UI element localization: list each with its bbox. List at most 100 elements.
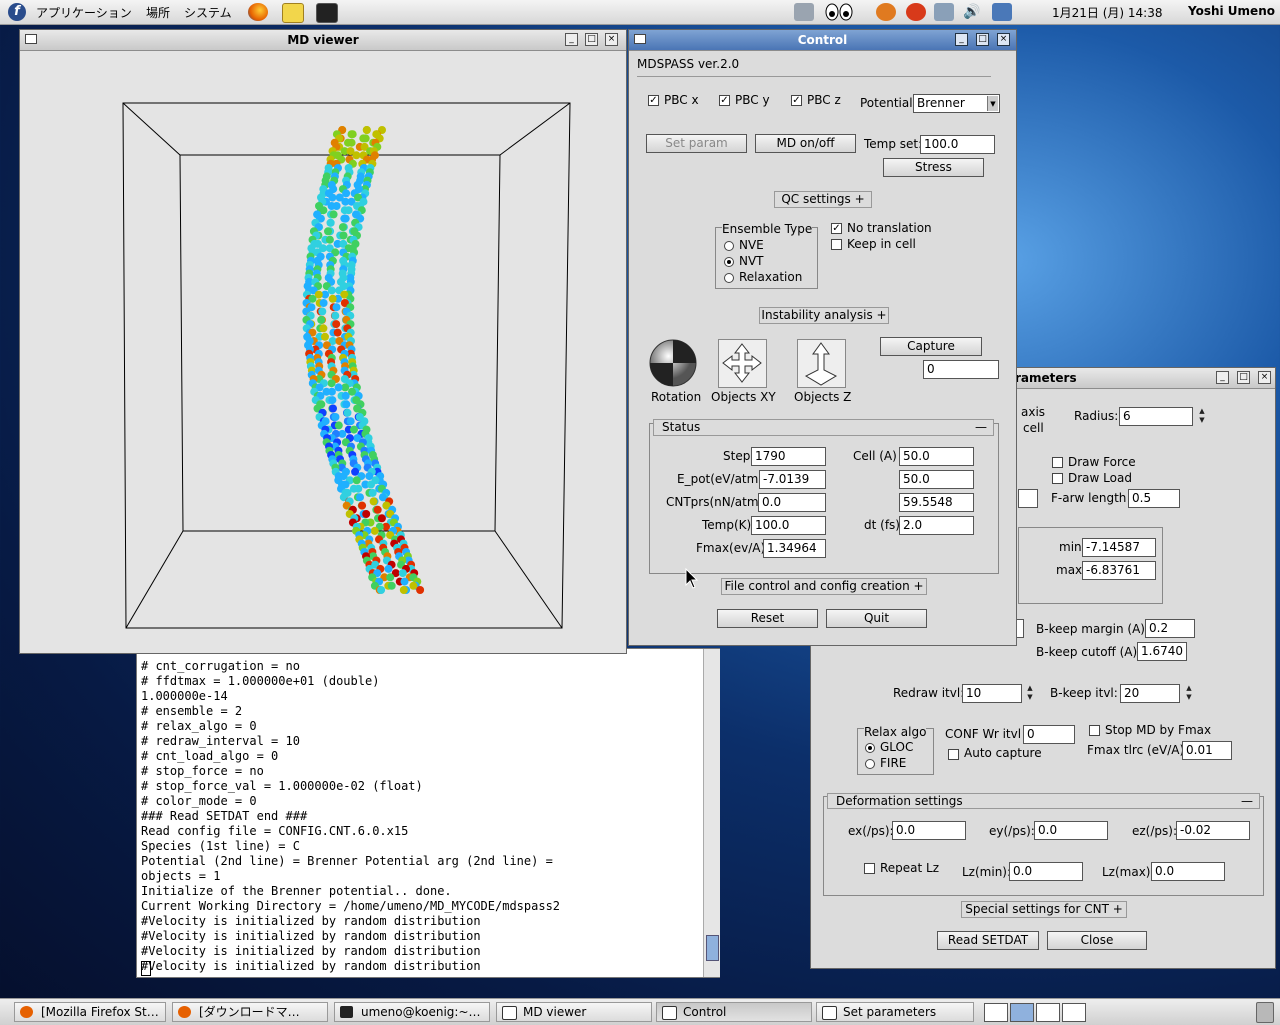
close-icon[interactable]: ×	[997, 33, 1010, 46]
repeat-lz-checkbox[interactable]	[864, 863, 875, 874]
maximize-icon[interactable]: □	[976, 33, 989, 46]
menu-system[interactable]: システム	[184, 4, 232, 21]
user-name[interactable]: Yoshi Umeno	[1188, 4, 1275, 18]
radius-spinner[interactable]: ▲ ▼	[1197, 407, 1207, 426]
task-set-parameters[interactable]: Set parameters	[816, 1002, 974, 1022]
ex-field[interactable]: 0.0	[892, 821, 966, 840]
terminal-launcher-icon[interactable]	[316, 3, 338, 23]
file-control-toggle[interactable]: File control and config creation +	[721, 578, 927, 595]
menu-places[interactable]: 場所	[146, 4, 170, 21]
hidden-field-2[interactable]	[1016, 619, 1024, 638]
chevron-down-icon[interactable]: ▼	[987, 96, 998, 111]
close-icon[interactable]: ×	[1258, 371, 1271, 384]
md-viewer-canvas[interactable]	[20, 50, 626, 653]
fmax-field[interactable]: 1.34964	[763, 539, 826, 558]
md-onoff-button[interactable]: MD on/off	[755, 134, 856, 153]
capture-field[interactable]: 0	[923, 360, 999, 379]
reset-button[interactable]: Reset	[717, 609, 818, 628]
workspace-4[interactable]	[1062, 1003, 1086, 1022]
fmax-tlrc-field[interactable]: 0.01	[1182, 741, 1232, 760]
lzmax-field[interactable]: 0.0	[1151, 862, 1225, 881]
conf-wr-field[interactable]: 0	[1023, 725, 1075, 744]
notes-launcher-icon[interactable]	[282, 3, 304, 23]
min-field[interactable]: -7.14587	[1082, 538, 1156, 557]
deformation-header[interactable]: Deformation settings —	[827, 793, 1260, 809]
nve-radio[interactable]	[724, 241, 734, 251]
task-md-viewer[interactable]: MD viewer	[496, 1002, 652, 1022]
cntprs-field[interactable]: 0.0	[758, 493, 826, 512]
bkeep-cutoff-field[interactable]: 1.6740	[1137, 642, 1187, 661]
fire-radio[interactable]	[865, 759, 875, 769]
gloc-radio[interactable]	[865, 743, 875, 753]
workspace-3[interactable]	[1036, 1003, 1060, 1022]
status-collapse-icon[interactable]: —	[975, 420, 987, 434]
read-setdat-button[interactable]: Read SETDAT	[937, 931, 1039, 950]
stress-button[interactable]: Stress	[883, 158, 984, 177]
bkeep-margin-field[interactable]: 0.2	[1145, 619, 1195, 638]
instability-toggle[interactable]: Instability analysis +	[759, 307, 889, 324]
relaxation-radio[interactable]	[724, 273, 734, 283]
keep-in-cell-checkbox[interactable]	[831, 239, 842, 250]
clock[interactable]: 1月21日 (月) 14:38	[1052, 4, 1162, 21]
workspace-2[interactable]	[1010, 1003, 1034, 1022]
special-settings-toggle[interactable]: Special settings for CNT +	[961, 901, 1127, 918]
dt-field[interactable]: 2.0	[899, 516, 974, 535]
maximize-icon[interactable]: □	[585, 33, 598, 46]
stop-md-checkbox[interactable]	[1089, 725, 1100, 736]
firefox-launcher-icon[interactable]	[248, 3, 268, 21]
task-control[interactable]: Control	[656, 1002, 812, 1022]
deformation-collapse-icon[interactable]: —	[1241, 794, 1253, 808]
step-field[interactable]: 1790	[751, 447, 826, 466]
menu-applications[interactable]: アプリケーション	[36, 4, 132, 21]
temp-set-field[interactable]: 100.0	[920, 135, 995, 154]
task-firefox[interactable]: [Mozilla Firefox St…	[14, 1002, 166, 1022]
auto-capture-checkbox[interactable]	[948, 749, 959, 760]
minimize-icon[interactable]: _	[955, 33, 968, 46]
pbc-z-checkbox[interactable]: ✓	[791, 95, 802, 106]
update-icon[interactable]	[876, 3, 896, 21]
bkeep-itvl-spinner[interactable]: ▲ ▼	[1184, 684, 1194, 703]
capture-button[interactable]: Capture	[880, 337, 982, 356]
status-header[interactable]: Status —	[653, 419, 994, 436]
task-downloads[interactable]: [ダウンロードマ…	[172, 1002, 328, 1022]
cell-y-field[interactable]: 50.0	[899, 470, 974, 489]
cell-x-field[interactable]: 50.0	[899, 447, 974, 466]
close-icon[interactable]: ×	[605, 33, 618, 46]
radius-field[interactable]: 6	[1119, 407, 1193, 426]
control-window[interactable]: Control _ □ × MDSPASS ver.2.0 ✓ PBC x ✓ …	[628, 29, 1017, 646]
terminal-scrollbar[interactable]	[703, 649, 720, 977]
redraw-spinner[interactable]: ▲ ▼	[1025, 684, 1035, 703]
draw-force-checkbox[interactable]	[1052, 457, 1063, 468]
draw-load-checkbox[interactable]	[1052, 473, 1063, 484]
lzmin-field[interactable]: 0.0	[1009, 862, 1083, 881]
move-xy-icon[interactable]	[718, 339, 767, 388]
potential-select[interactable]: Brenner ▼	[913, 94, 1000, 113]
workspace-switcher[interactable]	[984, 1003, 1086, 1022]
control-titlebar[interactable]: Control _ □ ×	[629, 30, 1016, 51]
pbc-x-checkbox[interactable]: ✓	[648, 95, 659, 106]
md-viewer-window[interactable]: MD viewer _ □ ×	[19, 29, 627, 654]
temp-field[interactable]: 100.0	[751, 516, 826, 535]
quit-button[interactable]: Quit	[826, 609, 927, 628]
trash-icon[interactable]	[1256, 1002, 1274, 1023]
terminal-scroll-thumb[interactable]	[706, 935, 719, 961]
network-icon[interactable]	[934, 3, 954, 21]
drive-icon[interactable]	[794, 3, 814, 21]
terminal-window[interactable]: # cnt_corrugation = no # ffdtmax = 1.0000…	[136, 648, 720, 978]
workspace-1[interactable]	[984, 1003, 1008, 1022]
alert-icon[interactable]	[906, 3, 926, 21]
cell-z-field[interactable]: 59.5548	[899, 493, 974, 512]
qc-settings-toggle[interactable]: QC settings +	[774, 191, 872, 208]
hidden-field[interactable]	[1018, 489, 1038, 508]
minimize-icon[interactable]: _	[565, 33, 578, 46]
pbc-y-checkbox[interactable]: ✓	[719, 95, 730, 106]
farw-field[interactable]: 0.5	[1128, 489, 1180, 508]
rotation-icon[interactable]	[649, 339, 698, 388]
task-terminal[interactable]: umeno@koenig:~…	[334, 1002, 490, 1022]
ey-field[interactable]: 0.0	[1034, 821, 1108, 840]
bkeep-itvl-field[interactable]: 20	[1120, 684, 1180, 703]
redraw-field[interactable]: 10	[962, 684, 1022, 703]
close-button[interactable]: Close	[1047, 931, 1147, 950]
md-viewer-titlebar[interactable]: MD viewer _ □ ×	[20, 30, 626, 51]
no-translation-checkbox[interactable]: ✓	[831, 223, 842, 234]
